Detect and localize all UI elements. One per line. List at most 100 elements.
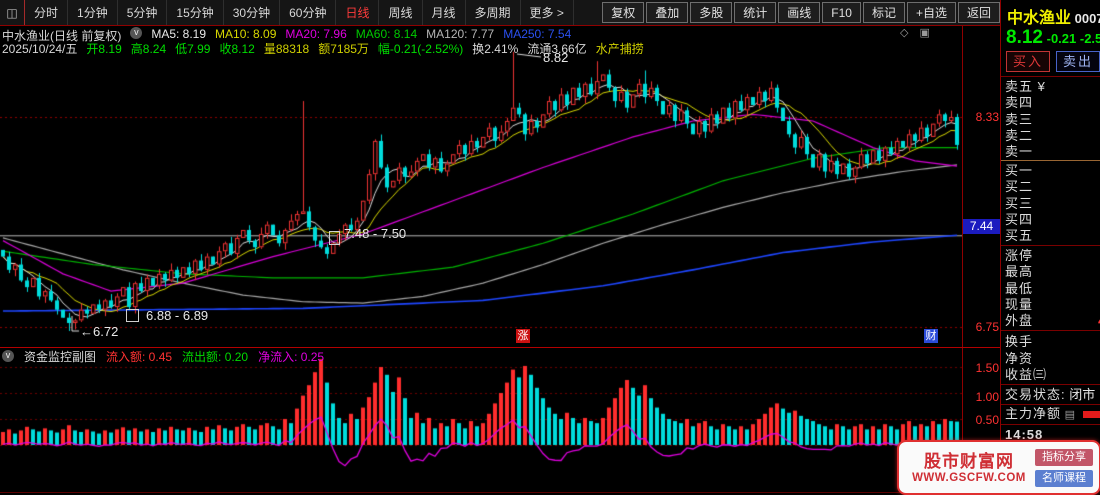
bid-row-value: 8.0 xyxy=(1067,196,1100,212)
ask-row-value: 8.1 xyxy=(1067,79,1100,95)
toolbar-button-统计[interactable]: 统计 xyxy=(734,2,777,23)
teacher-course-tag[interactable]: 名师课程 xyxy=(1035,469,1093,487)
bid-row-label: 买五 xyxy=(1005,228,1034,244)
stat-row-value: 4561 xyxy=(1067,313,1100,329)
chart-annotation: 6.88 - 6.89 xyxy=(146,308,209,323)
price-change: -0.21 xyxy=(1046,31,1077,46)
stat-row-label: 现量 xyxy=(1005,296,1034,312)
stat-row-value: 1.7 xyxy=(1067,351,1100,367)
stat-row[interactable]: 最高 8.2 xyxy=(1005,264,1100,280)
stat-row-label: 外盘 xyxy=(1005,313,1034,329)
info-item: 开8.19 xyxy=(86,42,122,56)
price-axis-label: 6.75 xyxy=(975,320,999,334)
ask-row[interactable]: 卖三 8.1 xyxy=(1005,112,1100,128)
toolbar-button-画线[interactable]: 画线 xyxy=(778,2,821,23)
stat-row[interactable]: 换手 2.41 xyxy=(1005,334,1100,350)
ask-row[interactable]: 卖四 8.1 xyxy=(1005,95,1100,111)
tab-60分钟[interactable]: 60分钟 xyxy=(280,0,337,25)
stat-row[interactable]: 外盘 4561 xyxy=(1005,313,1100,329)
info-item: 换2.41% xyxy=(472,42,519,56)
bid-row[interactable]: 买四 8.0 xyxy=(1005,212,1100,228)
bid-row-label: 买四 xyxy=(1005,211,1034,227)
sell-button[interactable]: 卖出 xyxy=(1056,51,1100,72)
list-icon[interactable]: ▤ xyxy=(1065,409,1075,421)
ask-row[interactable]: 卖五 ¥ 8.1 xyxy=(1005,79,1100,95)
sub-axis-label: 0.50 xyxy=(975,413,999,427)
tab-更多 >[interactable]: 更多 > xyxy=(521,0,574,25)
watermark-site-block[interactable]: 股市财富网 WWW.GSCFW.COM xyxy=(908,452,1030,484)
stat-row-label: 净资 xyxy=(1005,350,1034,366)
watermark-card: 股市财富网 WWW.GSCFW.COM 指标分享 名师课程 xyxy=(897,440,1100,495)
info-item: 量88318 xyxy=(263,42,310,56)
subchart-header: v 资金监控副图 流入额: 0.45 流出额: 0.20 净流入: 0.25 xyxy=(2,348,325,365)
chart-corner-icons[interactable]: ◇ ▣ xyxy=(900,26,934,39)
toolbar-button-标记[interactable]: 标记 xyxy=(862,2,905,23)
main-net-bar xyxy=(1083,411,1100,418)
tab-15分钟[interactable]: 15分钟 xyxy=(167,0,224,25)
toolbar-button-F10[interactable]: F10 xyxy=(822,2,861,23)
tab-月线[interactable]: 月线 xyxy=(423,0,466,25)
chevron-down-icon[interactable]: v xyxy=(2,350,14,362)
divider xyxy=(1001,384,1100,385)
toolbar-button-返回[interactable]: 返回 xyxy=(957,2,1000,23)
tab-5分钟[interactable]: 5分钟 xyxy=(118,0,168,25)
subchart-title[interactable]: 资金监控副图 xyxy=(24,348,96,365)
bid-row[interactable]: 买三 8.0 xyxy=(1005,196,1100,212)
subchart-legend-item: 净流入: 0.25 xyxy=(258,349,325,364)
tab-分时[interactable]: 分时 xyxy=(25,0,69,25)
tab-日线[interactable]: 日线 xyxy=(336,0,380,25)
chevron-down-icon[interactable]: v xyxy=(130,27,143,39)
info-item: 收8.12 xyxy=(219,42,255,56)
window-layout-icon[interactable]: ◫ xyxy=(0,0,25,25)
stat-row[interactable]: 现量 150 xyxy=(1005,297,1100,313)
money-flow-subchart[interactable] xyxy=(0,352,962,494)
bid-row[interactable]: 买二 8.1 xyxy=(1005,179,1100,195)
chart-annotation: 7.48 - 7.50 xyxy=(344,226,407,241)
stat-row-value: 2.41 xyxy=(1067,334,1100,350)
chart-annotation: ←6.72 xyxy=(80,324,119,339)
bid-row[interactable]: 买一 8.1 xyxy=(1005,163,1100,179)
stat-row[interactable]: 最低 7.9 xyxy=(1005,281,1100,297)
info-item: 额7185万 xyxy=(318,42,369,56)
ask-row[interactable]: 卖二 8.1 xyxy=(1005,128,1100,144)
toolbar-button-+自选[interactable]: +自选 xyxy=(906,2,956,23)
tab-1分钟[interactable]: 1分钟 xyxy=(68,0,118,25)
stat-row[interactable]: 净资 1.7 xyxy=(1005,351,1100,367)
tab-多周期[interactable]: 多周期 xyxy=(466,0,521,25)
last-price: 8.12 xyxy=(1006,27,1043,48)
stat-row-label: 最高 xyxy=(1005,264,1034,280)
ask-row-value: 8.1 xyxy=(1067,112,1100,128)
main-candlestick-chart[interactable] xyxy=(0,50,962,348)
bid-row[interactable]: 买五 8.0 xyxy=(1005,228,1100,244)
stat-row-label: 换手 xyxy=(1005,334,1034,349)
main-net-row[interactable]: 主力净额 ▤ xyxy=(1005,406,1100,422)
ask-row-label: 卖五 ¥ xyxy=(1005,79,1046,94)
indicator-share-tag[interactable]: 指标分享 xyxy=(1035,448,1093,466)
info-item: 高8.24 xyxy=(130,42,167,56)
tab-30分钟[interactable]: 30分钟 xyxy=(224,0,281,25)
ask-row[interactable]: 卖一 8.1 xyxy=(1005,144,1100,160)
stat-row[interactable]: 涨停 9.1 xyxy=(1005,248,1100,264)
ma-legend: MA5: 8.19 MA10: 8.09 MA20: 7.96 MA60: 8.14 M… xyxy=(151,27,571,41)
tab-周线[interactable]: 周线 xyxy=(379,0,423,25)
stat-row[interactable]: 收益㈢ 0.15 xyxy=(1005,367,1100,383)
ask-row-label: 卖四 xyxy=(1005,95,1034,111)
chart-title: 中水渔业(日线 前复权) xyxy=(2,29,122,43)
divider xyxy=(1001,404,1100,405)
toolbar-button-多股[interactable]: 多股 xyxy=(690,2,733,23)
info-item: 流通3.66亿 xyxy=(527,42,587,56)
toolbar-button-叠加[interactable]: 叠加 xyxy=(646,2,689,23)
ma-legend-item: MA20: 7.96 xyxy=(285,27,347,41)
ask-row-value: 8.1 xyxy=(1067,128,1100,144)
price-axis-label: 8.33 xyxy=(975,110,999,124)
price-axis-label: 7.44 xyxy=(963,219,1000,234)
bid-row-value: 8.0 xyxy=(1067,228,1100,244)
info-item: 水产捕捞 xyxy=(595,42,644,56)
stock-name-row[interactable]: 中水渔业 0007 xyxy=(1007,4,1100,28)
toolbar-button-复权[interactable]: 复权 xyxy=(602,2,645,23)
ma-legend-item: MA60: 8.14 xyxy=(355,27,418,41)
divider xyxy=(1001,245,1100,246)
buy-button[interactable]: 买入 xyxy=(1006,51,1050,72)
ask-row-value: 8.1 xyxy=(1067,144,1100,160)
